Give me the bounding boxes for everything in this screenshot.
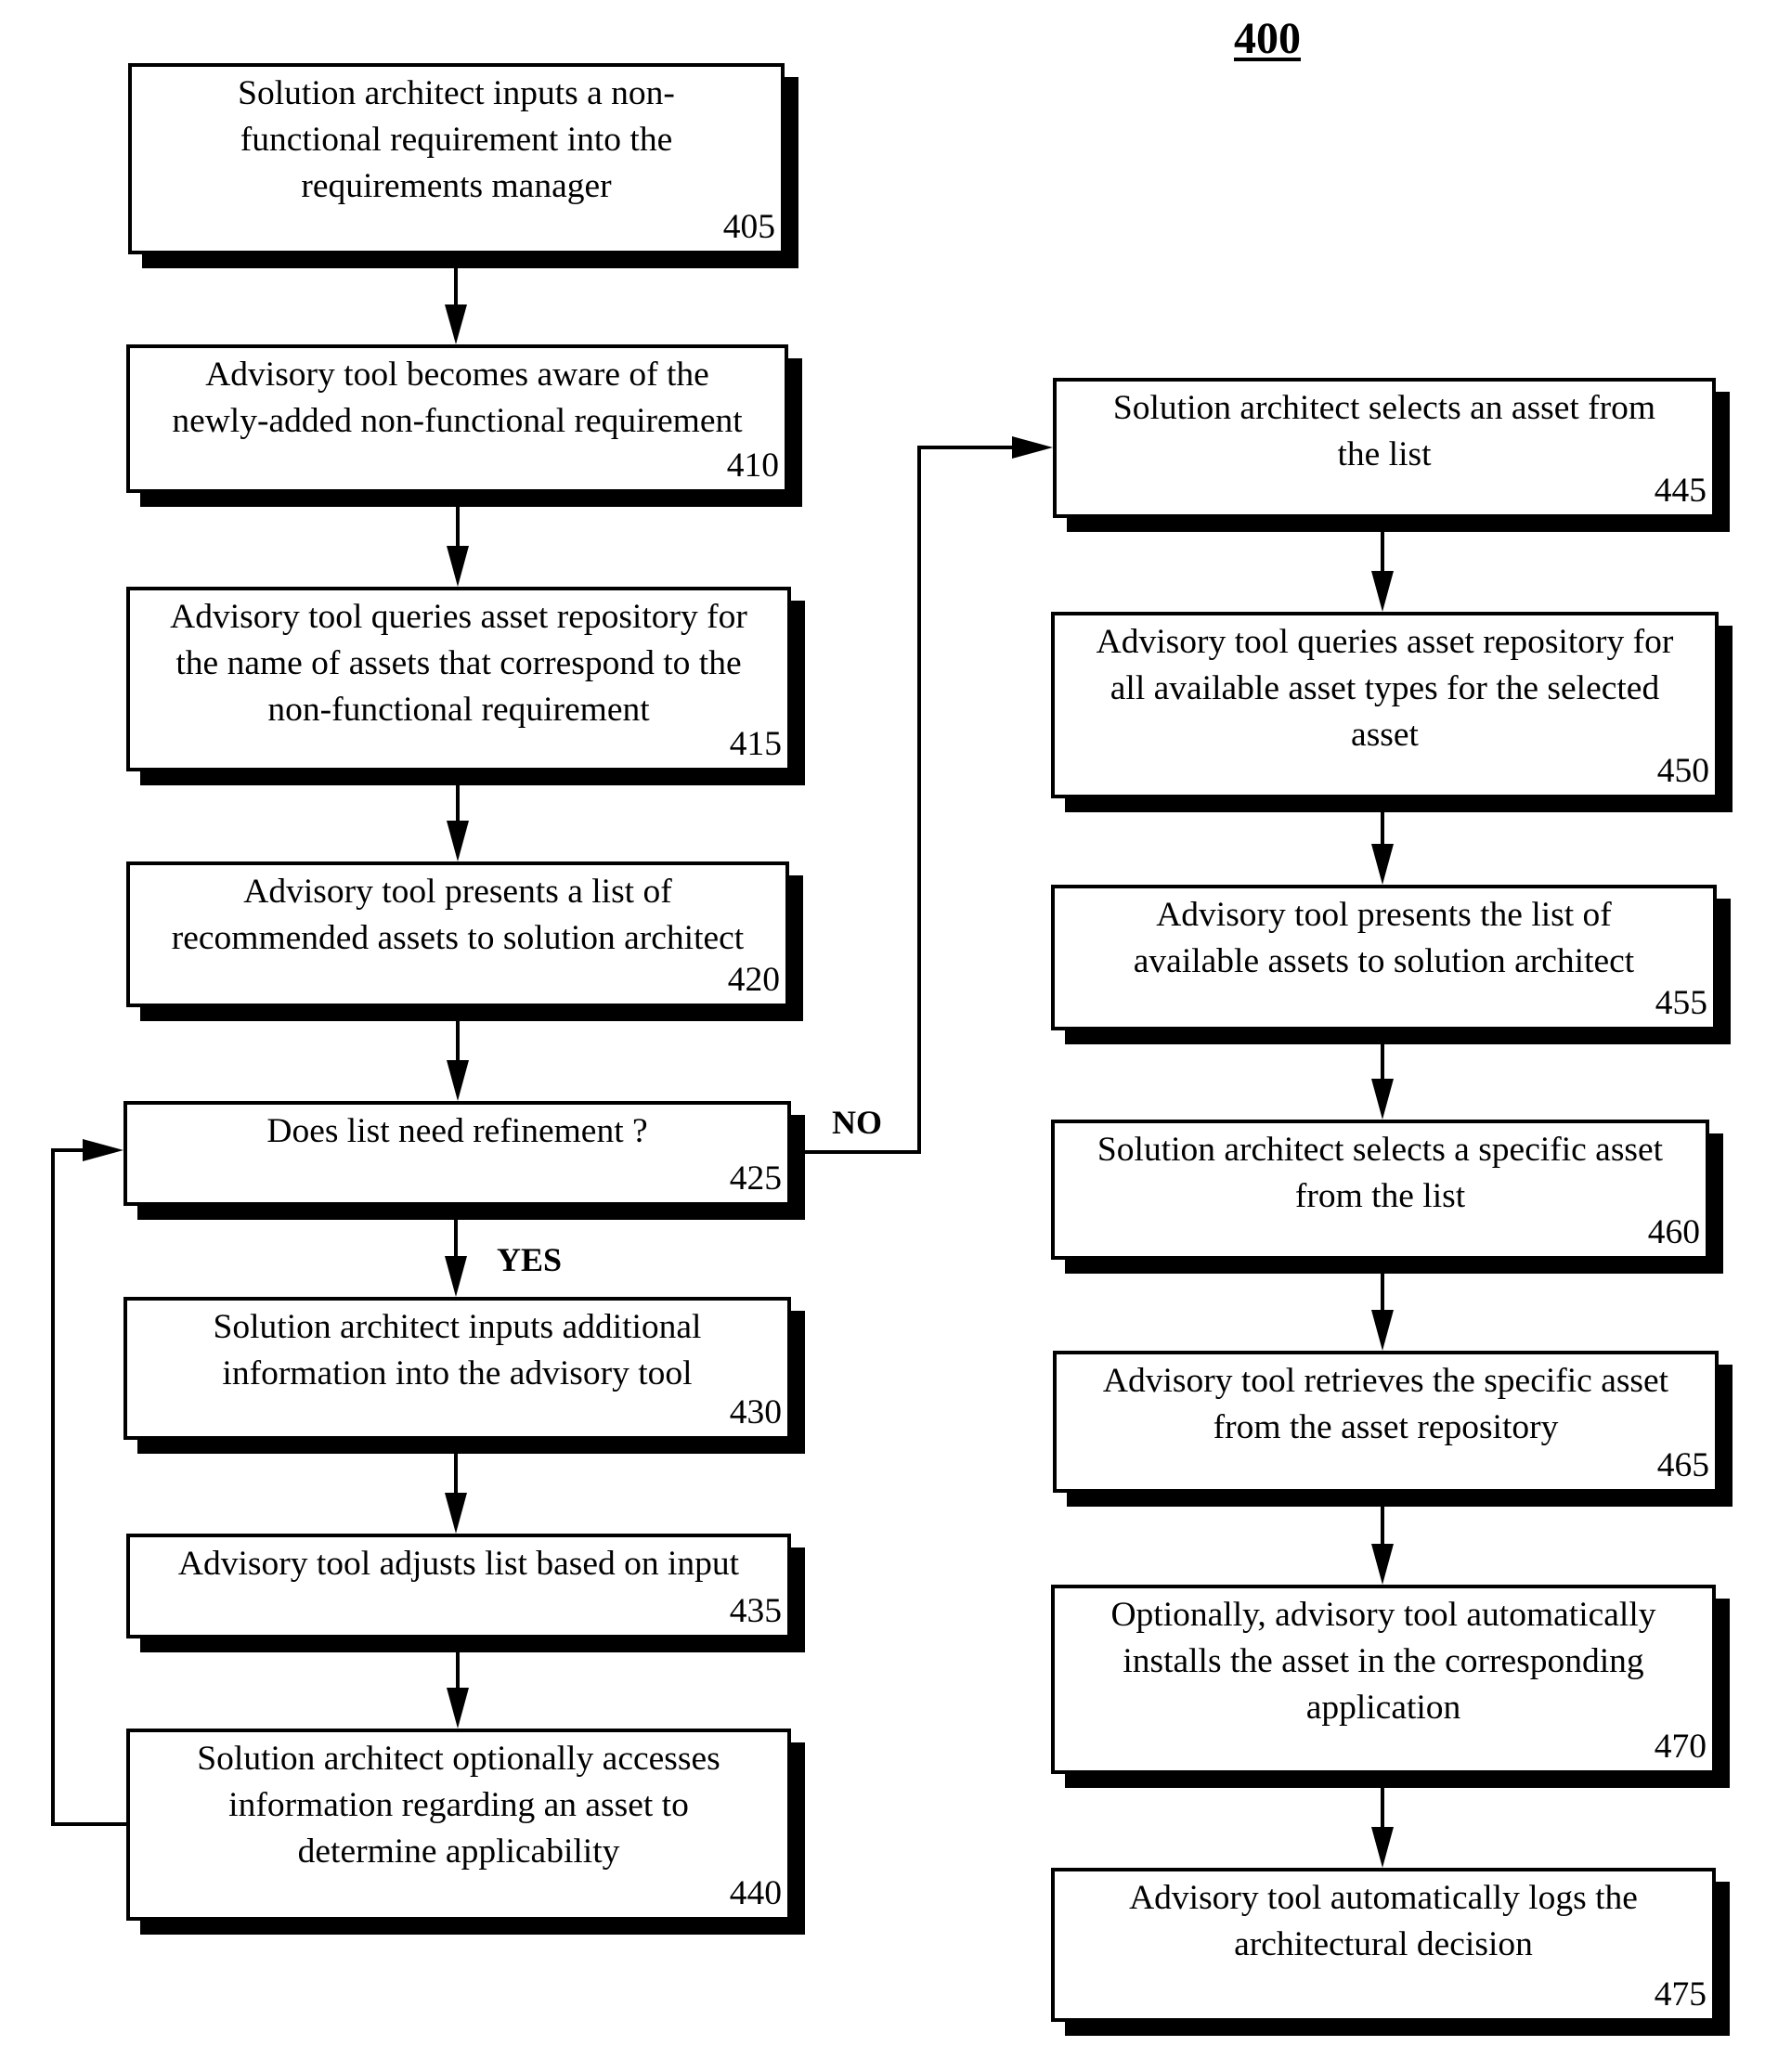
arrowhead [1371,571,1394,612]
arrowhead [447,1688,469,1729]
step-text: Advisory tool presents a list of recomme… [171,873,745,957]
step-text: Solution architect selects a specific as… [1097,1131,1664,1215]
step-text: Advisory tool queries asset repository f… [1096,623,1674,754]
arrowhead [1371,844,1394,885]
step-ref: 460 [1647,1213,1700,1251]
step-405: Solution architect inputs a non- functio… [128,63,785,254]
feedback-loop-line [51,1148,126,1826]
step-text: Solution architect inputs a non- functio… [238,74,675,205]
arrowhead [447,546,469,587]
arrowhead [83,1139,123,1161]
step-475: Advisory tool automatically logs the arc… [1051,1868,1716,2022]
arrowhead [1371,1310,1394,1351]
step-435: Advisory tool adjusts list based on inpu… [126,1534,791,1638]
step-text: Advisory tool automatically logs the arc… [1129,1879,1638,1963]
step-text: Advisory tool adjusts list based on inpu… [177,1545,740,1583]
step-ref: 440 [729,1874,782,1912]
step-text: Advisory tool presents the list of avail… [1133,896,1635,980]
step-410: Advisory tool becomes aware of the newly… [126,344,788,493]
step-455: Advisory tool presents the list of avail… [1051,885,1717,1030]
arrowhead [447,821,469,861]
decision-text: Does list need refinement ? [266,1112,648,1150]
step-text: Solution architect optionally accesses i… [197,1740,720,1871]
step-ref: 415 [729,725,782,763]
step-text: Advisory tool becomes aware of the newly… [172,356,743,440]
arrowhead [1371,1079,1394,1120]
step-465: Advisory tool retrieves the specific ass… [1053,1351,1719,1493]
step-440: Solution architect optionally accesses i… [126,1729,791,1921]
arrowhead [1371,1827,1394,1868]
step-430: Solution architect inputs additional inf… [123,1297,791,1440]
step-text: Advisory tool retrieves the specific ass… [1102,1362,1669,1446]
no-branch-line [791,446,1014,1154]
step-text: Solution architect selects an asset from… [1112,389,1656,473]
step-text: Solution architect inputs additional inf… [213,1308,702,1392]
step-450: Advisory tool queries asset repository f… [1051,612,1719,798]
step-ref: 445 [1654,472,1707,510]
step-415: Advisory tool queries asset repository f… [126,587,791,771]
yes-branch-label: YES [497,1241,563,1278]
arrowhead [445,1256,467,1297]
step-text: Advisory tool queries asset repository f… [170,598,747,729]
step-420: Advisory tool presents a list of recomme… [126,861,789,1007]
step-ref: 425 [729,1159,782,1198]
step-ref: 410 [726,447,779,485]
no-branch-label: NO [832,1104,882,1141]
step-ref: 475 [1654,1975,1707,2014]
step-470: Optionally, advisory tool automatically … [1051,1585,1716,1774]
step-text: Optionally, advisory tool automatically … [1110,1596,1656,1727]
step-ref: 450 [1656,752,1709,790]
arrowhead [1371,1544,1394,1585]
arrowhead [1012,436,1053,459]
step-ref: 405 [722,208,775,246]
step-ref: 430 [729,1393,782,1431]
step-445: Solution architect selects an asset from… [1053,378,1716,518]
step-ref: 420 [727,961,780,999]
step-ref: 455 [1655,984,1707,1022]
arrowhead [445,304,467,344]
arrowhead [447,1060,469,1101]
step-ref: 435 [729,1592,782,1630]
step-ref: 470 [1654,1728,1707,1766]
step-ref: 465 [1656,1446,1709,1484]
decision-425: Does list need refinement ? 425 [123,1101,791,1206]
step-460: Solution architect selects a specific as… [1051,1120,1709,1260]
arrowhead [445,1493,467,1534]
